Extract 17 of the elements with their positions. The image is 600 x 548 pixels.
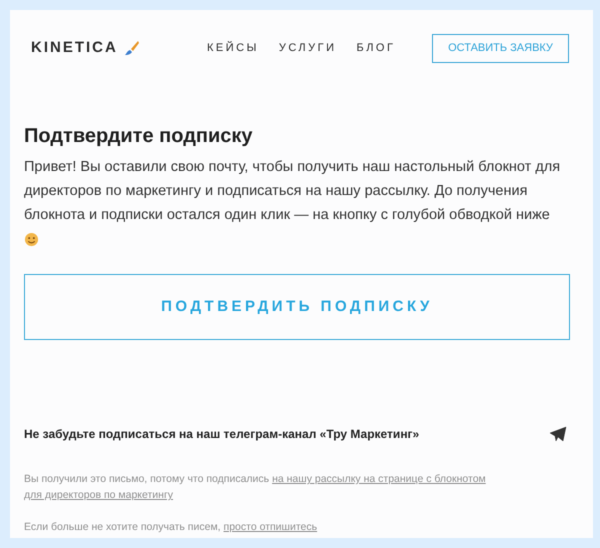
body-text: Привет! Вы оставили свою почту, чтобы получить наш настольный блокнот для директоров по маркетингу и подписаться на нашу рассылку. До получения блокнота и подписки остался один клик — на кнопку с голубой обводкой ниже <box>24 159 560 223</box>
telegram-text: Не забудьте подписаться на наш телеграм-канал «Тру Маркетинг» <box>24 426 420 443</box>
unsubscribe-link[interactable]: просто отпишитесь <box>224 521 318 533</box>
confirm-button[interactable]: ПОДТВЕРДИТЬ ПОДПИСКУ <box>24 274 570 340</box>
nav-link[interactable]: КЕЙСЫ <box>207 40 259 56</box>
smiley-icon <box>24 232 39 247</box>
request-button[interactable]: ОСТАВИТЬ ЗАЯВКУ <box>432 34 569 62</box>
footer-note: Вы получили это письмо, потому что подписались на нашу рассылку на странице с блокнотом для директоров по маркетингу <box>24 472 487 503</box>
heading: Подтвердите подписку <box>24 124 254 149</box>
subscription-page-link[interactable]: для директоров по маркетингу <box>24 489 174 501</box>
nav-link[interactable]: БЛОГ <box>356 40 396 56</box>
nav-link[interactable]: УСЛУГИ <box>278 40 336 56</box>
logo-text: KINETICA <box>31 38 118 58</box>
subscription-page-link[interactable]: на нашу рассылку на странице с блокнотом <box>272 473 486 485</box>
paper-plane-icon[interactable] <box>549 426 567 442</box>
brush-icon <box>124 40 140 56</box>
unsubscribe-note: Если больше не хотите получать писем, просто отпишитесь <box>24 520 318 535</box>
